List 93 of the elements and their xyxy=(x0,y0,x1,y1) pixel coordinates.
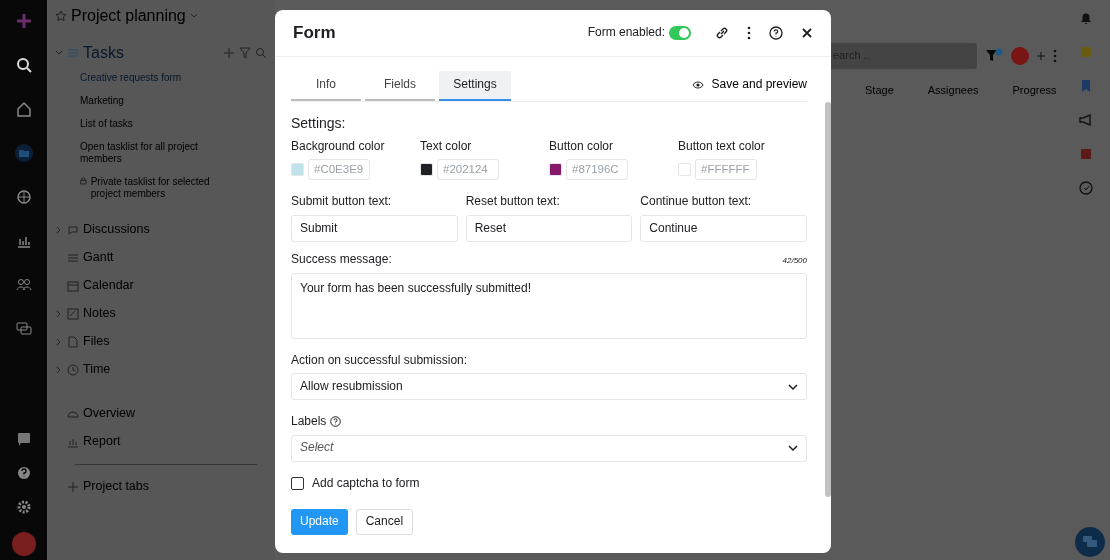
folder-icon[interactable] xyxy=(14,144,33,162)
plus-icon[interactable] xyxy=(223,47,235,60)
hex-input[interactable]: #C0E3E9 xyxy=(308,159,370,181)
globe-icon[interactable] xyxy=(14,188,33,206)
hex-input[interactable]: #87196C xyxy=(566,159,628,181)
tab[interactable]: Info xyxy=(291,71,361,101)
checkbox-label: Add captcha to form xyxy=(312,475,420,492)
task-list-item[interactable]: Open tasklist for all project members xyxy=(80,140,237,165)
close-icon[interactable] xyxy=(801,27,813,39)
sidebar-item[interactable]: Notes xyxy=(83,305,116,322)
scrollbar[interactable] xyxy=(825,102,831,497)
avatar[interactable] xyxy=(1011,47,1029,65)
chevron-icon[interactable] xyxy=(55,337,63,346)
help-icon[interactable] xyxy=(769,26,783,40)
input-field[interactable]: Reset xyxy=(465,214,633,242)
plus-icon[interactable] xyxy=(1037,52,1045,60)
color-swatch[interactable] xyxy=(678,163,691,177)
textarea-field[interactable]: Your form has been successfully submitted! xyxy=(291,272,807,339)
project-title[interactable]: Project planning xyxy=(71,6,186,27)
field-label: Background color xyxy=(291,138,386,155)
chat-button[interactable] xyxy=(1075,527,1105,557)
sidebar-item[interactable]: Overview xyxy=(83,405,136,422)
plus-icon[interactable] xyxy=(67,480,79,493)
task-list-item[interactable]: Creative requests form xyxy=(80,71,182,84)
link-icon[interactable] xyxy=(715,26,729,40)
megaphone-icon[interactable] xyxy=(1078,112,1094,128)
search-icon[interactable] xyxy=(14,56,33,74)
chevron-down-icon xyxy=(788,445,798,452)
sidebar-item[interactable]: Discussions xyxy=(83,221,150,238)
sidebar-item[interactable]: Files xyxy=(83,333,110,350)
chat-icon xyxy=(1082,535,1098,550)
more-icon[interactable] xyxy=(747,26,751,40)
cancel-button[interactable]: Cancel xyxy=(355,509,414,535)
column-header: Progress xyxy=(1012,83,1057,98)
column-header: Assignees xyxy=(927,83,979,98)
plus-icon[interactable] xyxy=(14,12,33,30)
field-label: Success message: xyxy=(291,251,392,268)
field-label: Continue button text: xyxy=(640,194,753,210)
chevron-down-icon xyxy=(788,383,798,390)
file-icon xyxy=(67,335,79,348)
tab[interactable]: Settings xyxy=(439,71,511,101)
field-label: Submit button text: xyxy=(291,194,393,210)
task-list-item[interactable]: List of tasks xyxy=(80,117,133,130)
column-header: Stage xyxy=(865,83,894,98)
color-swatch[interactable] xyxy=(420,163,433,177)
clock-icon xyxy=(67,363,79,376)
field-label: Action on successful submission: xyxy=(291,352,468,369)
character-counter: 42/500 xyxy=(782,256,807,267)
color-swatch[interactable] xyxy=(549,163,562,177)
note-icon xyxy=(67,307,79,320)
clock-icon[interactable] xyxy=(1078,180,1094,196)
chevron-icon[interactable] xyxy=(55,309,63,318)
color-swatch[interactable] xyxy=(291,163,304,177)
field-label: Button text color xyxy=(678,138,766,155)
hex-input[interactable]: #202124 xyxy=(437,159,499,181)
calendar-icon xyxy=(67,279,79,292)
chat-icon xyxy=(67,223,79,236)
field-label: Button color xyxy=(549,138,615,155)
filter-icon[interactable] xyxy=(985,48,1003,64)
toggle-label: Form enabled: xyxy=(587,25,665,41)
modal-title: Form xyxy=(293,21,337,44)
sidebar-item[interactable]: Time xyxy=(83,361,111,378)
save-preview-button[interactable]: Save and preview xyxy=(691,77,807,93)
chevron-icon[interactable] xyxy=(55,365,63,374)
field-label: Reset button text: xyxy=(465,194,561,210)
update-button[interactable]: Update xyxy=(291,509,348,535)
avatar[interactable] xyxy=(11,532,36,556)
sidebar-item[interactable]: Gantt xyxy=(83,249,114,266)
field-label: Text color xyxy=(420,138,473,155)
list-icon xyxy=(67,251,79,264)
sidebar-item[interactable]: Calendar xyxy=(83,277,134,294)
filter-icon[interactable] xyxy=(239,47,251,60)
eye-icon xyxy=(691,79,704,90)
star-icon[interactable] xyxy=(55,10,67,23)
input-field[interactable]: Submit xyxy=(291,214,458,242)
chat-icon[interactable] xyxy=(14,320,33,338)
task-list-item[interactable]: Private tasklist for selected project members xyxy=(90,175,237,200)
tab[interactable]: Fields xyxy=(365,71,435,101)
select-field[interactable]: Allow resubmission xyxy=(291,373,807,401)
section-heading: Settings: xyxy=(291,113,347,132)
add-tab-link[interactable]: Project tabs xyxy=(83,478,149,495)
field-label: Labels xyxy=(291,414,327,430)
section-heading[interactable]: Tasks xyxy=(83,42,219,64)
select-field[interactable]: Select xyxy=(291,434,807,462)
hex-input[interactable]: #FFFFFF xyxy=(695,159,757,181)
calendar-icon[interactable] xyxy=(1078,146,1094,162)
home-icon[interactable] xyxy=(14,100,33,118)
sidebar-item[interactable]: Report xyxy=(83,433,121,450)
toggle-switch[interactable] xyxy=(669,26,691,40)
input-field[interactable]: Continue xyxy=(640,214,807,242)
checkbox[interactable] xyxy=(291,477,304,491)
chevron-icon[interactable] xyxy=(55,225,63,234)
task-list-item[interactable]: Marketing xyxy=(80,94,124,107)
